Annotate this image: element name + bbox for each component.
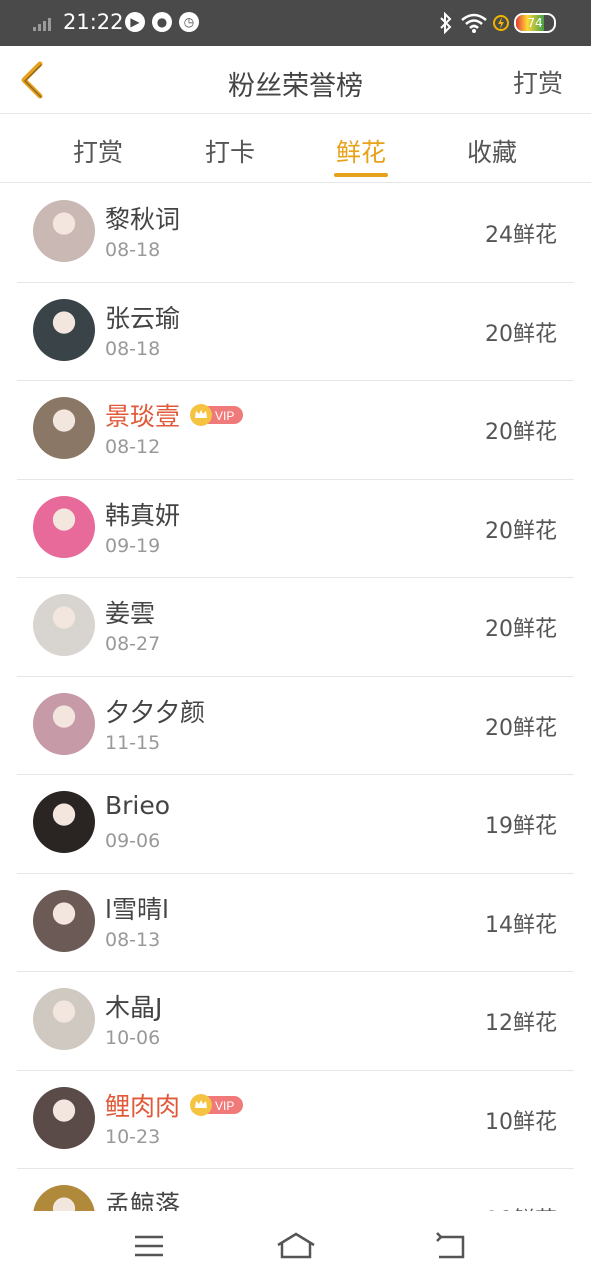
bluetooth-icon xyxy=(440,12,452,34)
fan-name: 孟鲸落 xyxy=(105,1185,180,1211)
list-item[interactable]: 韩真妍 09-19 20鲜花 xyxy=(17,480,574,578)
notification-icon: ▶ xyxy=(125,12,145,32)
flower-count: 12鲜花 xyxy=(485,1011,557,1036)
tab-bar: 打赏 打卡 鲜花 收藏 xyxy=(0,115,591,183)
flower-count: 20鲜花 xyxy=(485,715,557,741)
avatar[interactable] xyxy=(33,298,95,361)
avatar[interactable] xyxy=(33,200,95,262)
svg-text:VIP: VIP xyxy=(215,1099,234,1113)
fan-date: 11-15 xyxy=(105,731,161,754)
tab-active-indicator xyxy=(334,173,388,177)
fan-name-text: 韩真妍 xyxy=(105,500,181,530)
signal-icon xyxy=(33,17,57,31)
fan-name-text: Brieo xyxy=(105,791,171,820)
fan-name: 景琰壹 VIP xyxy=(105,397,244,433)
tab-reward[interactable]: 打赏 xyxy=(58,133,138,169)
flower-count: 20鲜花 xyxy=(485,420,557,445)
vip-badge: VIP xyxy=(190,404,244,426)
fan-name: 鲤肉肉 VIP xyxy=(105,1087,244,1123)
fan-name-text: 姜雲 xyxy=(105,599,156,628)
avatar[interactable] xyxy=(33,594,95,656)
wechat-icon: ● xyxy=(152,12,172,32)
status-time: 21:22 xyxy=(63,10,124,34)
svg-text:VIP: VIP xyxy=(215,409,234,423)
menu-icon[interactable] xyxy=(129,1229,169,1263)
avatar[interactable] xyxy=(33,692,95,755)
fan-date: 09-06 xyxy=(105,830,161,852)
fan-date: 08-12 xyxy=(105,436,161,458)
flower-count: 20鲜花 xyxy=(485,617,557,642)
flower-count: 19鲜花 xyxy=(485,814,557,839)
list-item[interactable]: Brieo 09-06 19鲜花 xyxy=(17,775,574,874)
fan-name-text: 黎秋词 xyxy=(105,205,181,234)
header: 粉丝荣誉榜 打赏 xyxy=(0,46,591,114)
fan-name: 夕夕夕颜 xyxy=(105,693,205,729)
list-item[interactable]: 黎秋词 08-18 24鲜花 xyxy=(17,184,574,283)
list-item[interactable]: 木晶J 10-06 12鲜花 xyxy=(17,972,574,1071)
back-nav-icon[interactable] xyxy=(431,1229,471,1263)
flower-count: 20鲜花 xyxy=(485,518,557,544)
list-item[interactable]: 孟鲸落 10鲜花 xyxy=(17,1169,574,1211)
tab-checkin[interactable]: 打卡 xyxy=(190,133,270,169)
fan-list: 黎秋词 08-18 24鲜花 张云瑜 08-18 20鲜花 景琰壹 VIP 08-12 20鲜花韩… xyxy=(0,184,591,1211)
fan-date: 10-06 xyxy=(105,1027,161,1049)
fan-name-text: 景琰壹 xyxy=(105,402,181,431)
flower-count: 24鲜花 xyxy=(485,223,557,248)
list-item[interactable]: 鲤肉肉 VIP 10-23 10鲜花 xyxy=(17,1071,574,1169)
flower-count: 14鲜花 xyxy=(485,912,557,938)
fan-date: 09-19 xyxy=(105,534,161,557)
fan-date: 08-18 xyxy=(105,239,161,261)
fan-name: l雪晴l xyxy=(105,890,169,926)
avatar[interactable] xyxy=(33,1086,95,1149)
fan-name: 木晶J xyxy=(105,988,162,1024)
avatar[interactable] xyxy=(33,791,95,853)
fan-name-text: 张云瑜 xyxy=(105,303,181,333)
fan-name: 韩真妍 xyxy=(105,496,180,532)
fan-name-text: 孟鲸落 xyxy=(105,1190,181,1211)
vip-badge: VIP xyxy=(190,1093,244,1116)
flower-count: 10鲜花 xyxy=(485,1202,557,1211)
fan-name-text: l雪晴l xyxy=(105,894,169,924)
fan-name-text: 鲤肉肉 xyxy=(105,1091,181,1121)
fan-name: 姜雲 xyxy=(105,594,155,630)
fan-date: 08-18 xyxy=(105,337,161,360)
list-item[interactable]: 夕夕夕颜 11-15 20鲜花 xyxy=(17,677,574,775)
fan-name-text: 夕夕夕颜 xyxy=(105,697,206,727)
fan-name: 黎秋词 xyxy=(105,200,180,236)
home-icon[interactable] xyxy=(276,1229,316,1263)
charging-icon xyxy=(493,15,509,31)
fan-date: 08-13 xyxy=(105,928,161,951)
alarm-icon: ◷ xyxy=(179,12,199,32)
fan-date: 08-27 xyxy=(105,633,161,655)
status-bar: 21:22 ▶ ● ◷ 74 xyxy=(0,0,591,46)
system-nav-bar xyxy=(0,1211,591,1280)
tab-flowers[interactable]: 鲜花 xyxy=(321,133,401,169)
list-item[interactable]: l雪晴l 08-13 14鲜花 xyxy=(17,874,574,972)
fan-name: 张云瑜 xyxy=(105,299,180,335)
fan-date: 10-23 xyxy=(105,1125,161,1148)
reward-button[interactable]: 打赏 xyxy=(513,64,563,100)
flower-count: 10鲜花 xyxy=(485,1109,557,1135)
avatar[interactable] xyxy=(33,495,95,558)
avatar[interactable] xyxy=(33,397,95,459)
fan-name-text: 木晶J xyxy=(105,993,163,1022)
fan-name: Brieo xyxy=(105,791,170,820)
flower-count: 20鲜花 xyxy=(485,321,557,347)
avatar[interactable] xyxy=(33,889,95,952)
list-item[interactable]: 景琰壹 VIP 08-12 20鲜花 xyxy=(17,381,574,480)
battery-icon: 74 xyxy=(514,13,556,33)
list-item[interactable]: 姜雲 08-27 20鲜花 xyxy=(17,578,574,677)
wifi-icon xyxy=(461,13,487,33)
avatar[interactable] xyxy=(33,988,95,1050)
tab-favorites[interactable]: 收藏 xyxy=(452,133,532,169)
page-title: 粉丝荣誉榜 xyxy=(228,71,363,102)
list-item[interactable]: 张云瑜 08-18 20鲜花 xyxy=(17,283,574,381)
avatar[interactable] xyxy=(33,1185,95,1211)
